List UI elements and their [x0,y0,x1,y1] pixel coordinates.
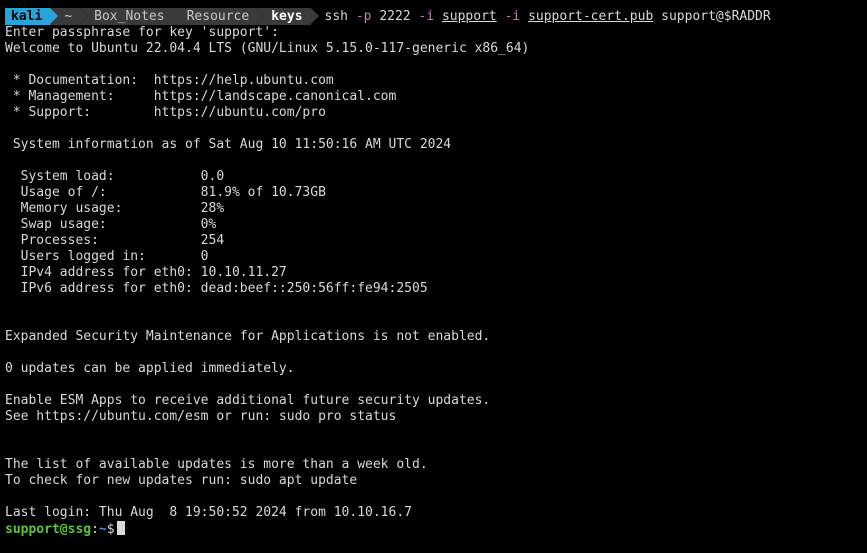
command-input[interactable]: ssh -p 2222 -i support -i support-cert.p… [325,9,771,25]
prompt-path-segment-1: Box_Notes [80,8,172,25]
prompt-host-segment: kali [5,8,50,25]
cmd-keyfile-1: support [442,9,497,24]
cmd-target: support@$RADDR [661,9,771,24]
remote-colon: : [91,522,99,537]
cursor-block [117,521,125,535]
cmd-port: 2222 [379,9,410,24]
terminal-window[interactable]: kali ~ Box_Notes Resource keys ssh -p 22… [0,0,867,538]
cmd-exe: ssh [325,9,348,24]
remote-prompt-line[interactable]: support@ssg:~$ [5,521,867,538]
cmd-flag-i1: -i [418,9,434,24]
remote-dollar: $ [107,522,115,537]
prompt-path-segment-2: Resource [173,8,258,25]
terminal-output: Enter passphrase for key 'support': Welc… [5,25,867,521]
cmd-flag-p: -p [356,9,372,24]
remote-path: ~ [99,522,107,537]
local-prompt-line: kali ~ Box_Notes Resource keys ssh -p 22… [5,8,867,25]
cmd-flag-i2: -i [505,9,521,24]
path-text: keys [271,9,302,25]
path-text: Box_Notes [94,9,164,25]
path-text: Resource [187,9,250,25]
path-text: ~ [64,9,72,25]
cmd-keyfile-2: support-cert.pub [528,9,653,24]
remote-user-host: support@ssg [5,522,91,537]
